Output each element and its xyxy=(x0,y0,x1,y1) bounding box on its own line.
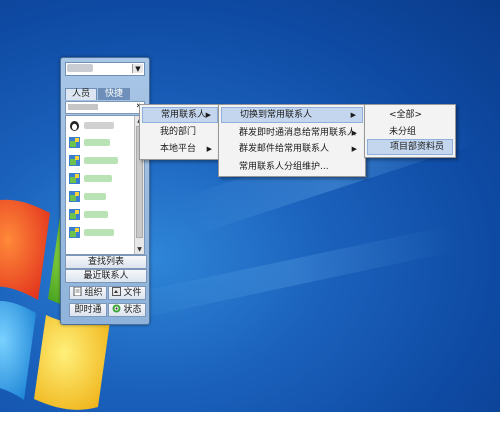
menu-item-my-department[interactable]: 我的部门 xyxy=(142,124,218,140)
recent-contacts-button[interactable]: 最近联系人 xyxy=(65,269,147,283)
menu-item-broadcast-email[interactable]: 群发邮件给常用联系人 ▶ xyxy=(221,141,363,157)
contact-name-blurred xyxy=(84,122,114,129)
menu-item-label: 未分组 xyxy=(389,127,417,137)
search-input[interactable]: » xyxy=(65,101,145,114)
instant-message-button[interactable]: 即时通 xyxy=(69,303,107,317)
find-list-button[interactable]: 查找列表 xyxy=(65,255,147,269)
contact-name-blurred xyxy=(84,175,112,182)
submenu-arrow-icon: ▶ xyxy=(206,145,212,153)
context-menu-groups: <全部> 未分组 项目部资料员 xyxy=(364,104,456,158)
menu-item-project-documentation[interactable]: 项目部资料员 xyxy=(367,139,453,155)
list-item[interactable] xyxy=(69,208,131,222)
list-item[interactable] xyxy=(69,172,131,186)
im-widget-panel: ▼ 人员 快捷 » xyxy=(60,57,150,325)
menu-item-label: <全部> xyxy=(389,110,423,120)
menu-item-local-platform[interactable]: 本地平台 ▶ xyxy=(142,141,218,157)
menu-item-label: 群发邮件给常用联系人 xyxy=(239,144,330,154)
desktop-light-beam xyxy=(121,224,459,322)
menu-item-label: 常用联系人 xyxy=(161,110,207,120)
menu-item-favorite-contacts[interactable]: 常用联系人 ▶ xyxy=(142,107,218,123)
contact-name-blurred xyxy=(84,211,108,218)
user-status-icon xyxy=(69,173,80,184)
list-item[interactable] xyxy=(69,190,131,204)
list-item[interactable] xyxy=(69,226,131,240)
account-name-blurred xyxy=(67,64,93,72)
menu-item-group-maintenance[interactable]: 常用联系人分组维护... xyxy=(221,159,363,175)
menu-item-broadcast-im[interactable]: 群发即时通消息给常用联系人 ▶ xyxy=(221,125,363,141)
list-item[interactable] xyxy=(69,119,131,133)
menu-item-ungrouped[interactable]: 未分组 xyxy=(367,124,453,140)
file-icon xyxy=(112,287,122,296)
contact-name-blurred xyxy=(84,139,110,146)
contact-name-blurred xyxy=(84,157,118,164)
menu-item-label: 群发即时通消息给常用联系人 xyxy=(239,128,357,138)
submenu-arrow-icon: ▶ xyxy=(351,145,357,153)
contact-name-blurred xyxy=(84,193,106,200)
submenu-arrow-icon: ▶ xyxy=(351,129,357,137)
menu-item-label: 我的部门 xyxy=(160,127,197,137)
org-label: 组织 xyxy=(84,288,103,298)
contact-name-blurred xyxy=(84,229,114,236)
menu-item-label: 本地平台 xyxy=(160,144,197,154)
submenu-arrow-icon: ▶ xyxy=(205,111,211,119)
scroll-down-icon[interactable]: ▼ xyxy=(135,245,144,254)
file-label: 文件 xyxy=(123,288,142,298)
tab-shortcuts[interactable]: 快捷 xyxy=(98,88,131,100)
user-status-icon xyxy=(69,191,80,202)
status-icon xyxy=(112,304,121,313)
chevron-down-icon[interactable]: ▼ xyxy=(132,64,143,73)
file-button[interactable]: 文件 xyxy=(108,286,146,300)
menu-item-label: 项目部资料员 xyxy=(390,142,445,152)
user-status-icon xyxy=(69,137,80,148)
penguin-avatar-icon xyxy=(70,121,79,131)
taskbar-strip xyxy=(0,412,500,430)
list-item[interactable] xyxy=(69,136,131,150)
tab-people[interactable]: 人员 xyxy=(65,88,98,100)
menu-item-all[interactable]: <全部> xyxy=(367,107,453,123)
submenu-arrow-icon: ▶ xyxy=(350,111,356,119)
user-status-icon xyxy=(69,209,80,220)
menu-item-label: 切换到常用联系人 xyxy=(240,110,313,120)
user-status-icon xyxy=(69,227,80,238)
org-button[interactable]: 组织 xyxy=(69,286,107,300)
status-label: 状态 xyxy=(123,305,142,315)
menu-item-switch-to-favorites[interactable]: 切换到常用联系人 ▶ xyxy=(221,107,363,123)
context-menu-favorite-contacts: 切换到常用联系人 ▶ 群发即时通消息给常用联系人 ▶ 群发邮件给常用联系人 ▶ … xyxy=(218,104,366,177)
list-item[interactable] xyxy=(69,154,131,168)
search-text-blurred xyxy=(68,104,98,110)
context-menu-main: 常用联系人 ▶ 我的部门 本地平台 ▶ xyxy=(139,104,221,160)
org-icon xyxy=(74,287,82,296)
widget-tabs: 人员 快捷 xyxy=(65,88,131,101)
status-button[interactable]: 状态 xyxy=(108,303,146,317)
menu-item-label: 常用联系人分组维护... xyxy=(239,162,329,172)
contact-list[interactable]: ▲ ▼ xyxy=(65,115,145,255)
user-status-icon xyxy=(69,155,80,166)
